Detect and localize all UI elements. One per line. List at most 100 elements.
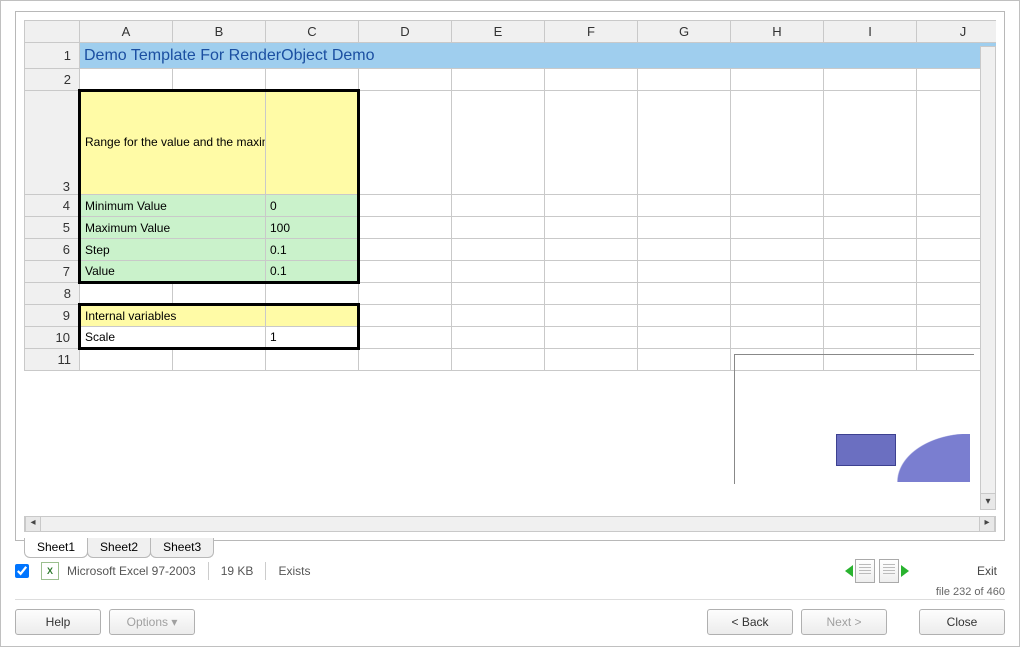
cell[interactable] <box>266 69 359 91</box>
include-checkbox[interactable] <box>15 564 29 578</box>
cell[interactable] <box>545 217 638 239</box>
cell[interactable] <box>638 305 731 327</box>
cell-value-label[interactable]: Value <box>80 261 266 283</box>
row-header-3[interactable]: 3 <box>25 91 80 195</box>
cell[interactable] <box>359 261 452 283</box>
row-header-5[interactable]: 5 <box>25 217 80 239</box>
cell[interactable] <box>545 261 638 283</box>
cell-scale-value[interactable]: 1 <box>266 327 359 349</box>
cell[interactable] <box>452 91 545 195</box>
cell[interactable] <box>545 305 638 327</box>
cell[interactable] <box>359 349 452 371</box>
scroll-track[interactable] <box>41 517 979 531</box>
col-header-J[interactable]: J <box>917 21 997 43</box>
row-header-10[interactable]: 10 <box>25 327 80 349</box>
cell[interactable] <box>824 91 917 195</box>
col-header-C[interactable]: C <box>266 21 359 43</box>
cell[interactable] <box>545 283 638 305</box>
cell[interactable] <box>731 283 824 305</box>
cell[interactable] <box>359 283 452 305</box>
cell[interactable] <box>173 349 266 371</box>
row-header-9[interactable]: 9 <box>25 305 80 327</box>
cell-min-label[interactable]: Minimum Value <box>80 195 266 217</box>
cell[interactable] <box>266 349 359 371</box>
cell[interactable] <box>359 305 452 327</box>
cell-step-label[interactable]: Step <box>80 239 266 261</box>
cell[interactable] <box>638 217 731 239</box>
cell[interactable] <box>452 239 545 261</box>
cell[interactable] <box>824 217 917 239</box>
cell[interactable] <box>80 69 173 91</box>
cell[interactable] <box>731 217 824 239</box>
cell[interactable] <box>266 305 359 327</box>
cell[interactable] <box>638 91 731 195</box>
scroll-right-icon[interactable]: ▸ <box>979 517 995 531</box>
cell[interactable] <box>452 217 545 239</box>
col-header-A[interactable]: A <box>80 21 173 43</box>
cell[interactable] <box>452 195 545 217</box>
cell[interactable] <box>359 217 452 239</box>
row-header-6[interactable]: 6 <box>25 239 80 261</box>
cell[interactable] <box>638 69 731 91</box>
cell[interactable] <box>824 327 917 349</box>
cell-block1-desc[interactable]: Range for the value and the maximum and … <box>80 91 266 195</box>
cell[interactable] <box>452 69 545 91</box>
col-header-I[interactable]: I <box>824 21 917 43</box>
vertical-scrollbar[interactable]: ▾ <box>980 46 996 510</box>
cell-max-label[interactable]: Maximum Value <box>80 217 266 239</box>
cell[interactable] <box>731 91 824 195</box>
next-doc-icon[interactable] <box>901 565 909 577</box>
cell[interactable] <box>80 349 173 371</box>
cell[interactable] <box>452 305 545 327</box>
cell[interactable] <box>731 239 824 261</box>
col-header-F[interactable]: F <box>545 21 638 43</box>
cell[interactable] <box>545 239 638 261</box>
back-button[interactable]: < Back <box>707 609 793 635</box>
cell[interactable] <box>731 305 824 327</box>
cell[interactable] <box>731 261 824 283</box>
cell[interactable] <box>359 69 452 91</box>
row-header-1[interactable]: 1 <box>25 43 80 69</box>
scroll-left-icon[interactable]: ◂ <box>25 517 41 531</box>
cell[interactable] <box>824 305 917 327</box>
exit-button[interactable]: Exit <box>969 560 1005 582</box>
col-header-H[interactable]: H <box>731 21 824 43</box>
cell[interactable] <box>452 283 545 305</box>
cell[interactable] <box>638 261 731 283</box>
row-header-8[interactable]: 8 <box>25 283 80 305</box>
cell[interactable] <box>545 69 638 91</box>
row-header-7[interactable]: 7 <box>25 261 80 283</box>
cell[interactable] <box>452 261 545 283</box>
cell[interactable] <box>731 327 824 349</box>
cell[interactable] <box>638 283 731 305</box>
horizontal-scrollbar[interactable]: ◂ ▸ <box>24 516 996 532</box>
prev-doc-icon[interactable] <box>845 565 853 577</box>
next-button[interactable]: Next > <box>801 609 887 635</box>
cell[interactable] <box>359 239 452 261</box>
corner-header[interactable] <box>25 21 80 43</box>
cell-scale-label[interactable]: Scale <box>80 327 266 349</box>
scroll-down-icon[interactable]: ▾ <box>981 493 995 509</box>
row-header-2[interactable]: 2 <box>25 69 80 91</box>
cell-value-value[interactable]: 0.1 <box>266 261 359 283</box>
cell[interactable] <box>545 91 638 195</box>
help-button[interactable]: Help <box>15 609 101 635</box>
cell[interactable] <box>359 195 452 217</box>
cell-min-value[interactable]: 0 <box>266 195 359 217</box>
cell[interactable] <box>452 327 545 349</box>
cell[interactable] <box>545 195 638 217</box>
close-button[interactable]: Close <box>919 609 1005 635</box>
options-button[interactable]: Options ▾ <box>109 609 195 635</box>
cell[interactable] <box>173 69 266 91</box>
cell[interactable] <box>359 327 452 349</box>
col-header-E[interactable]: E <box>452 21 545 43</box>
col-header-D[interactable]: D <box>359 21 452 43</box>
cell-step-value[interactable]: 0.1 <box>266 239 359 261</box>
cell[interactable] <box>80 283 173 305</box>
cell[interactable] <box>638 239 731 261</box>
cell[interactable] <box>545 327 638 349</box>
cell[interactable] <box>731 69 824 91</box>
cell[interactable] <box>824 239 917 261</box>
cell-block2-header[interactable]: Internal variables <box>80 305 266 327</box>
cell[interactable] <box>266 283 359 305</box>
